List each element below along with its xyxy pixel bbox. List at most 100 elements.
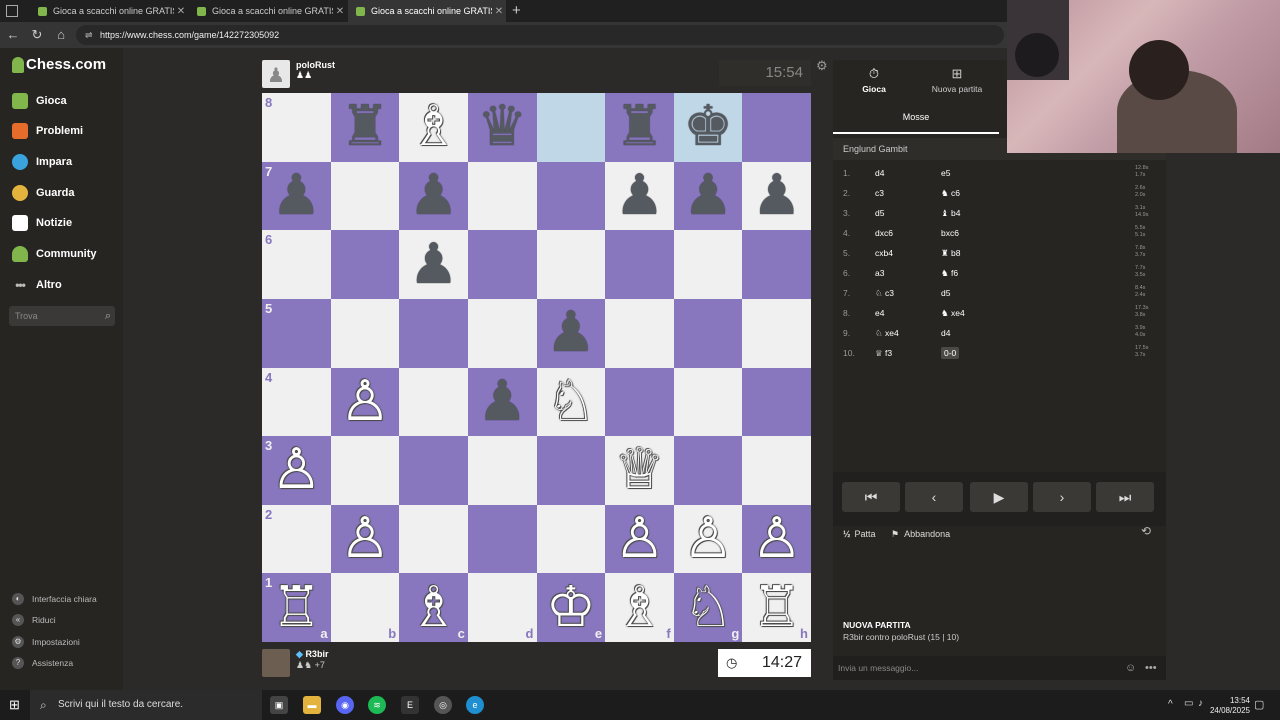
square-b6[interactable]	[330, 230, 400, 299]
square-b7[interactable]	[330, 161, 400, 231]
white-move[interactable]: dxc6	[875, 228, 893, 238]
white-bishop-icon[interactable]: ♗	[614, 579, 664, 636]
square-d6[interactable]	[467, 230, 537, 299]
white-rook-icon[interactable]: ♖	[752, 579, 802, 636]
sidebar-item-notizie[interactable]: Notizie	[12, 213, 72, 233]
square-a2[interactable]: 2	[262, 504, 331, 574]
top-player-name[interactable]: poloRust	[296, 60, 335, 70]
square-a3[interactable]: 3 ♙	[262, 436, 331, 505]
chat-input[interactable]: Invia un messaggio... ☺ •••	[833, 656, 1166, 680]
white-knight-icon[interactable]: ♘	[546, 373, 596, 430]
square-e6[interactable]	[536, 230, 606, 299]
taskbar-search-input[interactable]: ⌕ Scrivi qui il testo da cercare.	[30, 690, 262, 720]
bottom-player-name[interactable]: R3bir	[305, 649, 328, 659]
square-e8[interactable]	[536, 93, 606, 162]
square-h5[interactable]	[742, 298, 811, 368]
square-a7[interactable]: 7 ♟	[262, 161, 331, 231]
square-a4[interactable]: 4	[262, 367, 331, 437]
black-move[interactable]: 0-0	[941, 347, 960, 359]
black-rook-icon[interactable]: ♜	[340, 99, 390, 155]
flip-board-icon[interactable]: ⟲	[1141, 524, 1151, 538]
black-pawn-icon[interactable]: ♟	[683, 167, 733, 224]
black-move[interactable]: ♞ c6	[941, 188, 960, 199]
square-h2[interactable]: ♙	[742, 504, 811, 574]
close-tab-icon[interactable]: ✕	[492, 6, 506, 17]
discord-icon[interactable]: ◉	[336, 696, 354, 714]
white-move[interactable]: d4	[875, 168, 884, 178]
sidebar-item-community[interactable]: Community	[12, 244, 97, 264]
white-pawn-icon[interactable]: ♙	[340, 511, 390, 567]
square-d7[interactable]	[467, 161, 537, 231]
new-tab-button[interactable]: +	[512, 2, 521, 19]
square-b3[interactable]	[330, 436, 400, 505]
clock-date[interactable]: 13:54 24/08/2025	[1200, 696, 1250, 716]
white-pawn-icon[interactable]: ♙	[340, 373, 390, 430]
first-move-button[interactable]: ⏮	[842, 482, 900, 512]
help-link[interactable]: ? Assistenza	[12, 656, 73, 670]
sidebar-item-gioca[interactable]: Gioca	[12, 91, 67, 111]
square-h8[interactable]	[742, 93, 811, 162]
square-f6[interactable]	[605, 230, 674, 299]
black-move[interactable]: ♞ xe4	[941, 308, 965, 319]
square-g1[interactable]: g ♘	[673, 573, 743, 642]
file-explorer-icon[interactable]: ▬	[303, 696, 321, 714]
black-pawn-icon[interactable]: ♟	[752, 167, 802, 224]
square-c4[interactable]	[399, 367, 468, 437]
task-view-icon[interactable]: ▣	[270, 696, 288, 714]
black-rook-icon[interactable]: ♜	[614, 99, 664, 155]
spotify-icon[interactable]: ≋	[368, 696, 386, 714]
black-pawn-icon[interactable]: ♟	[408, 236, 458, 293]
square-g8[interactable]: ♚	[673, 93, 743, 162]
white-move[interactable]: ♕ f3	[875, 348, 892, 359]
square-h4[interactable]	[742, 367, 811, 437]
square-f1[interactable]: f ♗	[605, 573, 674, 642]
browser-tab-1[interactable]: Gioca a scacchi online GRATIS - S✕	[30, 0, 188, 22]
black-move[interactable]: d4	[941, 328, 950, 338]
close-tab-icon[interactable]: ✕	[174, 6, 188, 17]
square-e2[interactable]	[536, 504, 606, 574]
window-menu-icon[interactable]	[6, 5, 18, 17]
black-pawn-icon[interactable]: ♟	[614, 167, 664, 224]
square-c7[interactable]: ♟	[399, 161, 468, 231]
white-bishop-icon[interactable]: ♗	[408, 99, 458, 155]
white-pawn-icon[interactable]: ♙	[683, 511, 733, 567]
square-g2[interactable]: ♙	[673, 504, 743, 574]
black-pawn-icon[interactable]: ♟	[546, 305, 596, 361]
square-a6[interactable]: 6	[262, 230, 331, 299]
square-a1[interactable]: 1 a ♖	[262, 573, 331, 642]
last-move-button[interactable]: ⏭	[1096, 482, 1154, 512]
black-move[interactable]: e5	[941, 168, 950, 178]
square-g7[interactable]: ♟	[673, 161, 743, 231]
play-button[interactable]: ▶	[970, 482, 1028, 512]
tab-nuova-partita[interactable]: ⊞ Nuova partita	[907, 66, 1007, 94]
square-e3[interactable]	[536, 436, 606, 505]
site-info-icon[interactable]: ⇌	[85, 25, 93, 45]
black-pawn-icon[interactable]: ♟	[408, 167, 458, 224]
avatar[interactable]: ♟	[262, 60, 290, 88]
black-move[interactable]: bxc6	[941, 228, 959, 238]
square-d2[interactable]	[467, 504, 537, 574]
sidebar-item-problemi[interactable]: Problemi	[12, 121, 83, 141]
black-move[interactable]: ♞ f6	[941, 268, 958, 279]
tab-mosse[interactable]: Mosse	[833, 108, 999, 134]
home-icon[interactable]: ⌂	[52, 26, 70, 44]
notifications-icon[interactable]: ▢	[1254, 698, 1264, 711]
white-pawn-icon[interactable]: ♙	[752, 511, 802, 567]
sidebar-search-input[interactable]: Trova ⌕	[9, 306, 115, 326]
square-a8[interactable]: 8	[262, 93, 331, 162]
square-f2[interactable]: ♙	[605, 504, 674, 574]
close-tab-icon[interactable]: ✕	[333, 6, 347, 17]
chess-board[interactable]: 8 ♜ ♗ ♛ ♜ ♚ 7 ♟ ♟ ♟ ♟ ♟ 6 ♟ 5 ♟ 4 ♙ ♟ ♘ 3 ♙ ♕ 2 ♙ ♙ ♙ ♙ 1 a ♖ b c ♗ d e ♔ f ♗ g…	[262, 93, 811, 642]
draw-button[interactable]: ½ Patta	[843, 526, 876, 542]
square-h6[interactable]	[742, 230, 811, 299]
white-bishop-icon[interactable]: ♗	[408, 579, 458, 636]
settings-link[interactable]: ⚙ Impostazioni	[12, 635, 80, 649]
windows-start-icon[interactable]: ⊞	[9, 697, 20, 713]
square-g3[interactable]	[673, 436, 743, 505]
light-ui-toggle[interactable]: ◐ Interfaccia chiara	[12, 592, 97, 606]
square-c8[interactable]: ♗	[399, 93, 468, 162]
square-b8[interactable]: ♜	[330, 93, 400, 162]
square-f3[interactable]: ♕	[605, 436, 674, 505]
square-b4[interactable]: ♙	[330, 367, 400, 437]
edge-icon[interactable]: e	[466, 696, 484, 714]
